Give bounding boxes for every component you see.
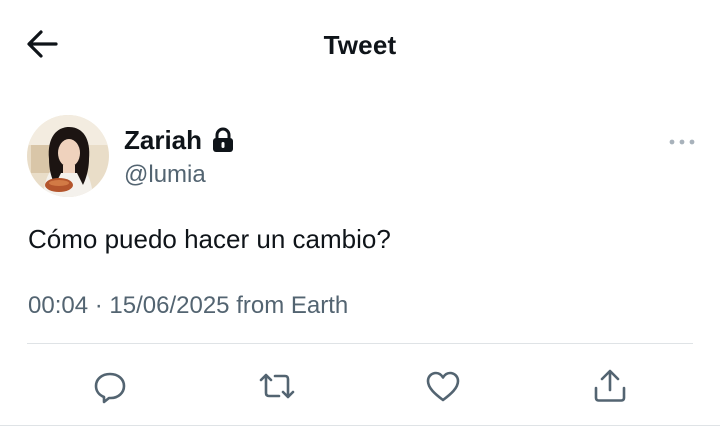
meta-separator: · [94,292,103,319]
retweet-icon [259,373,295,399]
author-name[interactable]: Zariah [124,124,234,156]
tweet-source: from Earth [236,292,349,319]
tweet-time: 00:04 [28,292,89,319]
divider [27,343,693,344]
like-icon [426,371,460,402]
page-title: Tweet [323,30,397,60]
share-icon [594,369,626,402]
more-options-button[interactable] [664,130,700,154]
bottom-divider [0,425,720,426]
avatar[interactable] [27,115,109,197]
tweet-meta: 00:04 · 15/06/2025 from Earth [28,290,348,322]
top-bar: Tweet [0,0,720,90]
profile-photo [27,115,109,197]
tweet-date: 15/06/2025 [109,292,230,319]
lock-icon [213,127,234,152]
like-button[interactable] [423,366,463,406]
reply-button[interactable] [90,366,130,406]
display-name: Zariah [124,125,203,155]
author-handle[interactable]: @lumia [124,160,206,190]
retweet-button[interactable] [257,366,297,406]
reply-icon [94,372,126,404]
share-button[interactable] [590,366,630,406]
more-horizontal-icon [669,139,695,145]
tweet-text: Cómo puedo hacer un cambio? [28,224,391,254]
